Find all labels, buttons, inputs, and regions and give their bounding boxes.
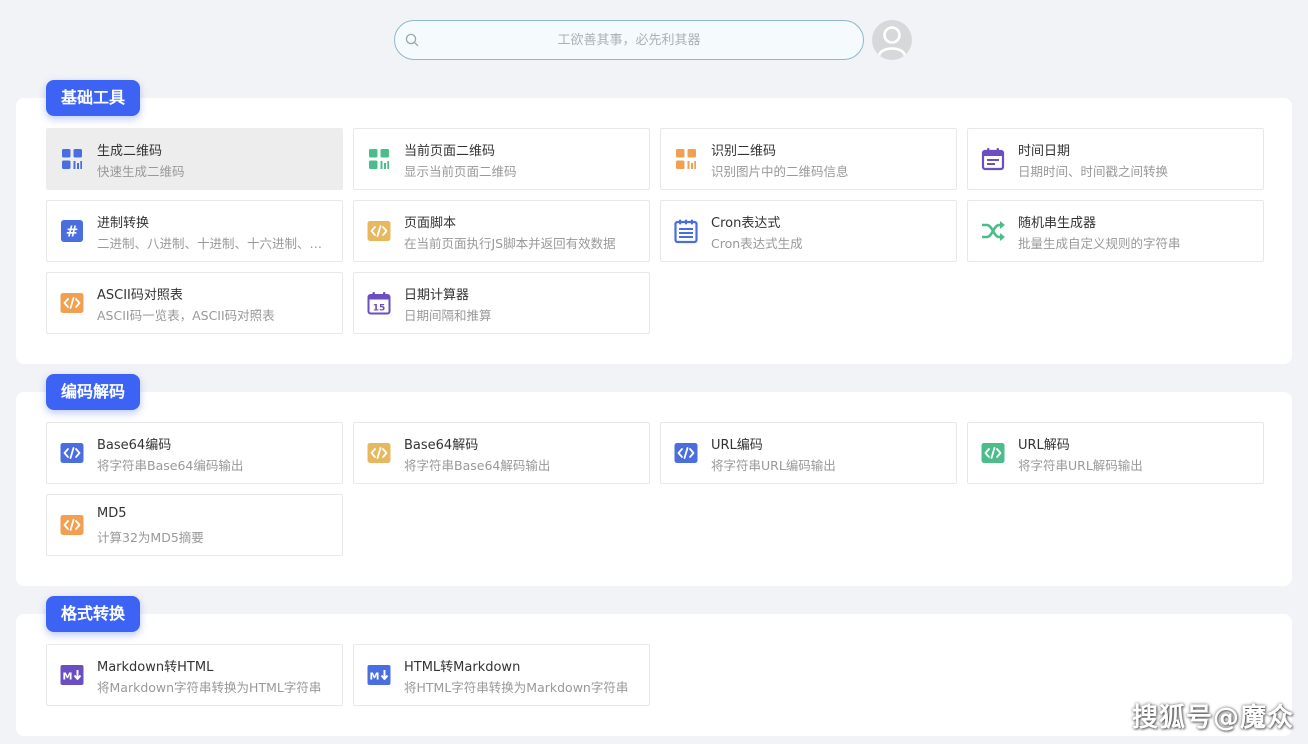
tool-description: 日期间隔和推算 [404, 308, 492, 323]
qr-grid-icon [673, 146, 699, 172]
tool-description: Cron表达式生成 [711, 236, 803, 251]
svg-text:M: M [63, 672, 73, 683]
tool-card[interactable]: URL解码将字符串URL解码输出 [967, 422, 1264, 484]
top-bar [0, 0, 1308, 80]
code-icon [59, 440, 85, 466]
tool-name: MD5 [97, 506, 127, 521]
markdown-icon: M [59, 662, 85, 688]
tool-description: 批量生成自定义规则的字符串 [1018, 236, 1181, 251]
code-icon [673, 440, 699, 466]
tool-description: 识别图片中的二维码信息 [711, 164, 849, 179]
tool-card[interactable]: 时间日期日期时间、时间戳之间转换 [967, 128, 1264, 190]
shuffle-icon [980, 218, 1006, 244]
qr-grid-icon [366, 146, 392, 172]
tool-description: 将Markdown字符串转换为HTML字符串 [97, 680, 322, 695]
calendar-15-icon: 15 [366, 290, 392, 316]
tool-card[interactable]: 15 日期计算器日期间隔和推算 [353, 272, 650, 334]
search-box[interactable] [394, 20, 864, 60]
section-encode-decode: 编码解码 Base64编码 将字符串Base64编码输出 Base64解码 将字符串B… [16, 374, 1292, 586]
tool-name: Markdown转HTML [97, 660, 214, 675]
tool-card[interactable]: 当前页面二维码显示当前页面二维码 [353, 128, 650, 190]
search-input[interactable] [395, 21, 863, 59]
tool-card[interactable]: 生成二维码快速生成二维码 [46, 128, 343, 190]
tool-description: 将字符串URL解码输出 [1018, 458, 1143, 473]
tool-name: 当前页面二维码 [404, 144, 496, 159]
svg-text:#: # [66, 223, 79, 241]
tool-card[interactable]: 识别二维码识别图片中的二维码信息 [660, 128, 957, 190]
tool-name: HTML转Markdown [404, 660, 521, 675]
tool-card[interactable]: Cron表达式 Cron表达式生成 [660, 200, 957, 262]
tool-card[interactable]: 随机串生成器批量生成自定义规则的字符串 [967, 200, 1264, 262]
tool-description: 计算32为MD5摘要 [97, 530, 204, 545]
tool-card[interactable]: MD5 计算32为MD5摘要 [46, 494, 343, 556]
calendar-icon [980, 146, 1006, 172]
tool-name: 识别二维码 [711, 144, 777, 159]
tool-description: ASCII码一览表，ASCII码对照表 [97, 308, 275, 323]
tool-name: URL解码 [1018, 438, 1070, 453]
section-format-convert: 格式转换 M Markdown转HTML 将Markdown字符串转换为HTML字符… [16, 596, 1292, 736]
tool-name: 生成二维码 [97, 144, 163, 159]
tool-name: 页面脚本 [404, 216, 457, 231]
section-basic-tools: 基础工具 生成二维码 快速生成二维码 当前页面二维码 显示当前页面二维码 识别二维码 识别… [16, 80, 1292, 364]
code-icon [980, 440, 1006, 466]
tool-name: Base64编码 [97, 438, 172, 453]
user-icon [877, 26, 907, 57]
tool-description: 将HTML字符串转换为Markdown字符串 [404, 680, 629, 695]
tool-name: ASCII码对照表 [97, 288, 183, 303]
tool-card[interactable]: # 进制转换二进制、八进制、十进制、十六进制、三十六进制转换 [46, 200, 343, 262]
tool-name: 日期计算器 [404, 288, 470, 303]
code-icon [59, 512, 85, 538]
tool-description: 将字符串Base64编码输出 [97, 458, 244, 473]
code-icon [59, 290, 85, 316]
tool-description: 显示当前页面二维码 [404, 164, 517, 179]
watermark: 搜狐号@魔众 [1131, 703, 1294, 733]
tool-card[interactable]: ASCII码对照表 ASCII码一览表，ASCII码对照表 [46, 272, 343, 334]
svg-text:M: M [370, 672, 380, 683]
tool-card[interactable]: URL编码将字符串URL编码输出 [660, 422, 957, 484]
code-icon [366, 440, 392, 466]
tool-name: URL编码 [711, 438, 763, 453]
hash-icon: # [59, 218, 85, 244]
tool-name: Cron表达式 [711, 216, 781, 231]
avatar[interactable] [872, 20, 912, 60]
tool-card[interactable]: 页面脚本在当前页面执行JS脚本并返回有效数据 [353, 200, 650, 262]
tool-card[interactable]: M Markdown转HTML 将Markdown字符串转换为HTML字符串 [46, 644, 343, 706]
qr-grid-icon [59, 146, 85, 172]
tool-name: 随机串生成器 [1018, 216, 1097, 231]
search-icon[interactable] [405, 33, 419, 47]
tool-description: 在当前页面执行JS脚本并返回有效数据 [404, 236, 616, 251]
section-title: 编码解码 [46, 374, 141, 410]
tool-name: 时间日期 [1018, 144, 1071, 159]
section-title: 格式转换 [46, 596, 141, 632]
tool-description: 二进制、八进制、十进制、十六进制、三十六进制转换 [97, 236, 333, 251]
tool-card[interactable]: Base64解码将字符串Base64解码输出 [353, 422, 650, 484]
tool-card[interactable]: M HTML转Markdown 将HTML字符串转换为Markdown字符串 [353, 644, 650, 706]
tool-name: 进制转换 [97, 216, 150, 231]
tool-name: Base64解码 [404, 438, 479, 453]
tool-description: 将字符串URL编码输出 [711, 458, 836, 473]
calendar-date-label: 15 [373, 304, 386, 314]
markdown-icon: M [366, 662, 392, 688]
code-icon [366, 218, 392, 244]
tool-description: 将字符串Base64解码输出 [404, 458, 551, 473]
tool-description: 快速生成二维码 [97, 164, 185, 179]
tool-description: 日期时间、时间戳之间转换 [1018, 164, 1169, 179]
section-title: 基础工具 [46, 80, 141, 116]
notepad-icon [673, 218, 699, 244]
tool-card[interactable]: Base64编码将字符串Base64编码输出 [46, 422, 343, 484]
